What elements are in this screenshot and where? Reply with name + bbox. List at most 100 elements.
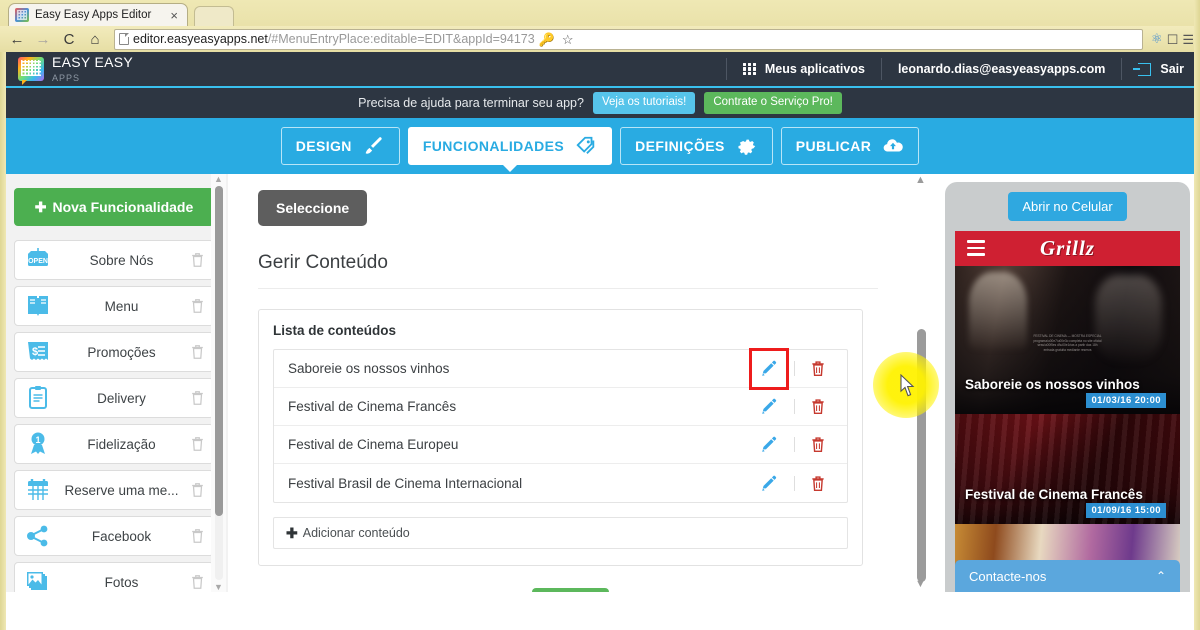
tab-definicoes[interactable]: DEFINIÇÕES: [620, 127, 773, 165]
photos-icon: [23, 568, 53, 592]
sidebar-item-fidelizacao[interactable]: 1 Fidelização: [14, 424, 214, 464]
edit-button[interactable]: [752, 436, 786, 453]
delete-icon[interactable]: [190, 298, 205, 314]
tutorials-button[interactable]: Veja os tutoriais!: [593, 92, 695, 114]
browser-chrome: Easy Easy Apps Editor × ← → C ⌂ editor.e…: [0, 0, 1200, 52]
delete-button[interactable]: [803, 360, 833, 377]
delete-icon[interactable]: [190, 482, 205, 498]
edit-button[interactable]: [752, 351, 786, 387]
window-left-edge: [0, 52, 6, 630]
close-icon[interactable]: ×: [167, 9, 181, 22]
sidebar-scrollbar[interactable]: ▲ ▼: [211, 174, 226, 592]
preview-item-date: 01/09/16 15:00: [1086, 503, 1166, 518]
add-content-button[interactable]: ✚ Adicionar conteúdo: [273, 517, 848, 549]
sidebar-item-reserve-mesa[interactable]: Reserve uma me...: [14, 470, 214, 510]
preview-item[interactable]: Festival de Cinema Francês 01/09/16 15:0…: [955, 414, 1180, 524]
preview-item[interactable]: FESTIVAL DE CINEMA — MOSTRA ESPECIALprog…: [955, 266, 1180, 414]
new-feature-label: Nova Funcionalidade: [52, 199, 193, 215]
new-tab-button[interactable]: [194, 6, 234, 26]
scroll-down-icon[interactable]: ▼: [214, 582, 223, 592]
brand-subtitle: APPS: [52, 73, 80, 83]
sidebar-item-label: Fidelização: [53, 437, 190, 452]
upload-cloud-icon: [882, 135, 904, 157]
share-icon: [23, 522, 53, 550]
star-icon[interactable]: ☆: [562, 33, 574, 46]
brand[interactable]: EASY EASY APPS: [0, 55, 133, 83]
trash-icon: [810, 475, 826, 492]
trash-icon: [810, 436, 826, 453]
hamburger-icon[interactable]: [967, 240, 985, 260]
menu-icon[interactable]: ☰: [1182, 33, 1194, 46]
url-domain: editor.easyeasyapps.net: [133, 32, 268, 46]
my-apps-label: Meus aplicativos: [765, 62, 865, 76]
contact-us-label: Contacte-nos: [969, 569, 1046, 584]
my-apps-button[interactable]: Meus aplicativos: [726, 58, 881, 80]
row-actions: [752, 351, 833, 387]
sidebar-item-sobre-nos[interactable]: OPEN Sobre Nós: [14, 240, 214, 280]
edit-button[interactable]: [752, 475, 786, 492]
svg-text:1: 1: [35, 435, 40, 445]
tab-publicar[interactable]: PUBLICAR: [781, 127, 920, 165]
delete-icon[interactable]: [190, 574, 205, 590]
sidebar-item-promocoes[interactable]: $ Promoções: [14, 332, 214, 372]
divider: [794, 399, 795, 414]
main-tab-bar: DESIGN FUNCIONALIDADES DEFINIÇÕES PUBLIC…: [0, 121, 1200, 174]
scroll-up-icon[interactable]: ▲: [915, 174, 926, 186]
receipt-icon: $: [23, 338, 53, 366]
plus-icon: ✚: [286, 525, 298, 542]
scrollbar-thumb[interactable]: [215, 186, 223, 516]
user-email[interactable]: leonardo.dias@easyeasyapps.com: [881, 58, 1121, 80]
delete-button[interactable]: [803, 475, 833, 492]
delete-icon[interactable]: [190, 528, 205, 544]
home-icon[interactable]: ⌂: [84, 28, 106, 50]
reload-icon[interactable]: C: [58, 28, 80, 50]
open-on-mobile-button[interactable]: Abrir no Celular: [1008, 192, 1126, 221]
table-row[interactable]: Festival Brasil de Cinema Internacional: [274, 464, 847, 502]
edit-button[interactable]: [752, 398, 786, 415]
address-bar[interactable]: editor.easyeasyapps.net/#MenuEntryPlace:…: [114, 29, 1143, 50]
logo-icon: [18, 57, 44, 81]
sidebar-item-menu[interactable]: Menu: [14, 286, 214, 326]
sidebar-item-delivery[interactable]: Delivery: [14, 378, 214, 418]
browser-tab-strip: Easy Easy Apps Editor ×: [0, 0, 1200, 26]
phone-frame: Abrir no Celular Grillz FESTIVAL DE CINE…: [945, 182, 1190, 592]
scrollbar-thumb[interactable]: [917, 329, 926, 582]
logout-button[interactable]: Sair: [1121, 58, 1200, 80]
svg-text:OPEN: OPEN: [28, 258, 48, 265]
back-icon[interactable]: ←: [6, 28, 28, 50]
save-button[interactable]: Salvar: [532, 588, 608, 592]
contact-us-bar[interactable]: Contacte-nos ⌃: [955, 560, 1180, 592]
pro-service-button[interactable]: Contrate o Serviço Pro!: [704, 92, 842, 114]
main-scrollbar[interactable]: ▲ ▼: [913, 174, 929, 592]
window-right-edge: [1194, 0, 1200, 630]
extension-icon[interactable]: ⚛: [1151, 31, 1163, 47]
delete-button[interactable]: [803, 398, 833, 415]
table-row[interactable]: Festival de Cinema Europeu: [274, 426, 847, 464]
key-icon[interactable]: 🔑: [539, 33, 555, 46]
app-header: EASY EASY APPS Meus aplicativos leonardo…: [0, 52, 1200, 88]
brand-name: EASY EASY: [52, 54, 133, 70]
new-feature-button[interactable]: ✚ Nova Funcionalidade: [14, 188, 214, 226]
delete-button[interactable]: [803, 436, 833, 453]
divider: [794, 437, 795, 452]
sidebar-item-fotos[interactable]: Fotos: [14, 562, 214, 592]
table-row[interactable]: Festival de Cinema Francês: [274, 388, 847, 426]
screenshot-icon[interactable]: ☐: [1167, 33, 1179, 46]
select-button[interactable]: Seleccione: [258, 190, 367, 226]
browser-tab[interactable]: Easy Easy Apps Editor ×: [8, 3, 188, 26]
forward-icon[interactable]: →: [32, 28, 54, 50]
scroll-up-icon[interactable]: ▲: [214, 174, 223, 184]
delete-icon[interactable]: [190, 390, 205, 406]
chevron-up-icon[interactable]: ⌃: [1156, 569, 1166, 583]
url-text: editor.easyeasyapps.net/#MenuEntryPlace:…: [133, 32, 535, 46]
tab-funcionalidades[interactable]: FUNCIONALIDADES: [408, 127, 612, 165]
delete-icon[interactable]: [190, 436, 205, 452]
tab-design[interactable]: DESIGN: [281, 127, 400, 165]
award-ribbon-icon: 1: [23, 430, 53, 458]
sidebar-item-facebook[interactable]: Facebook: [14, 516, 214, 556]
delete-icon[interactable]: [190, 344, 205, 360]
header-right: Meus aplicativos leonardo.dias@easyeasya…: [726, 52, 1200, 86]
scroll-down-icon[interactable]: ▼: [915, 578, 926, 590]
delete-icon[interactable]: [190, 252, 205, 268]
table-row[interactable]: Saboreie os nossos vinhos: [274, 350, 847, 388]
